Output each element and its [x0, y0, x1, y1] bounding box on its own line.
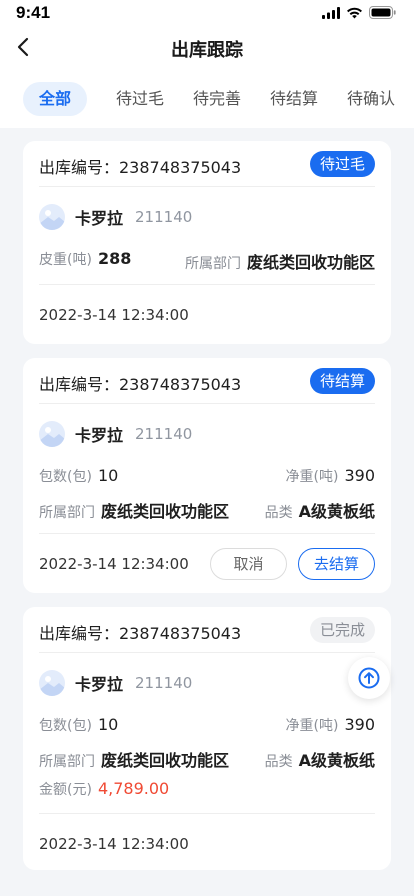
order-card[interactable]: 出库编号：238748375043 待过毛 卡罗拉 211140 皮重(吨) 2…	[23, 141, 391, 344]
package-count-value: 10	[97, 466, 119, 485]
user-name: 卡罗拉	[75, 209, 124, 228]
dept-label: 所属部门	[39, 754, 95, 770]
scroll-top-button[interactable]	[348, 657, 390, 699]
package-count-value: 10	[97, 715, 119, 734]
amount-field: 金额(元) 4,789.00	[39, 779, 169, 799]
avatar	[39, 204, 65, 230]
user-row: 卡罗拉 211140	[39, 203, 192, 231]
package-count-label: 包数(包)	[39, 469, 92, 485]
category-label: 品类	[264, 754, 293, 770]
user-id: 211140	[135, 425, 193, 443]
net-weight-label: 净重(吨)	[285, 469, 339, 485]
user-id: 211140	[135, 674, 193, 692]
status-badge: 已完成	[309, 617, 375, 643]
cancel-button[interactable]: 取消	[210, 548, 287, 580]
category-field: 品类 A级黄板纸	[265, 747, 375, 771]
dept-value: 废纸类回收功能区	[246, 253, 375, 272]
category-value: A级黄板纸	[298, 751, 375, 770]
card-header: 出库编号：238748375043 待过毛	[39, 141, 375, 187]
order-number: 出库编号：238748375043	[39, 158, 242, 177]
order-date: 2022-3-14 12:34:00	[39, 306, 189, 324]
order-number: 出库编号：238748375043	[39, 624, 242, 643]
status-badge: 待结算	[309, 368, 375, 394]
package-count-field: 包数(包) 10	[39, 466, 118, 486]
avatar-landscape-icon	[39, 427, 65, 447]
tab-pending-gross[interactable]: 待过毛	[116, 82, 164, 116]
tare-field: 皮重(吨) 288	[39, 249, 131, 269]
battery-icon	[369, 6, 396, 19]
net-weight-label: 净重(吨)	[285, 718, 339, 734]
status-time: 9:41	[16, 3, 51, 22]
divider	[39, 533, 375, 534]
order-date: 2022-3-14 12:34:00	[39, 835, 189, 853]
net-weight-field: 净重(吨) 390	[286, 715, 375, 735]
user-id: 211140	[135, 208, 193, 226]
user-row: 卡罗拉 211140	[39, 420, 192, 448]
category-label: 品类	[264, 505, 293, 521]
header-area: 9:41 出库跟踪 全部 待过毛 待完善 待结算 待确认	[0, 0, 414, 128]
net-weight-field: 净重(吨) 390	[286, 466, 375, 486]
dept-value: 废纸类回收功能区	[101, 502, 230, 521]
tare-label: 皮重(吨)	[39, 252, 92, 268]
nav-bar: 出库跟踪	[0, 28, 414, 68]
status-bar: 9:41	[0, 0, 414, 28]
user-name: 卡罗拉	[75, 426, 124, 445]
status-icons	[322, 6, 396, 19]
order-date: 2022-3-14 12:34:00	[39, 555, 189, 573]
dept-field: 所属部门 废纸类回收功能区	[39, 498, 229, 522]
dept-label: 所属部门	[39, 505, 95, 521]
package-count-label: 包数(包)	[39, 718, 92, 734]
scroll-top-arrow-icon	[358, 667, 380, 689]
wifi-icon	[347, 7, 362, 18]
avatar-landscape-icon	[39, 676, 65, 696]
user-row: 卡罗拉 211140	[39, 669, 192, 697]
tab-all[interactable]: 全部	[23, 82, 88, 116]
package-count-field: 包数(包) 10	[39, 715, 118, 735]
order-card[interactable]: 出库编号：238748375043 待结算 卡罗拉 211140 包数(包) 1…	[23, 358, 391, 593]
dept-label: 所属部门	[184, 256, 241, 272]
avatar-landscape-icon	[39, 210, 65, 230]
tab-pending-settle[interactable]: 待结算	[270, 82, 318, 116]
card-header: 出库编号：238748375043 已完成	[39, 607, 375, 653]
dept-field: 所属部门 废纸类回收功能区	[185, 249, 375, 273]
status-tabs: 全部 待过毛 待完善 待结算 待确认	[0, 80, 414, 120]
status-badge: 待过毛	[309, 151, 375, 177]
avatar	[39, 670, 65, 696]
order-number: 出库编号：238748375043	[39, 375, 242, 394]
card-header: 出库编号：238748375043 待结算	[39, 358, 375, 404]
divider	[39, 284, 375, 285]
divider	[39, 813, 375, 814]
net-weight-value: 390	[344, 466, 375, 485]
user-name: 卡罗拉	[75, 675, 124, 694]
net-weight-value: 390	[344, 715, 375, 734]
category-field: 品类 A级黄板纸	[265, 498, 375, 522]
amount-label: 金额(元)	[39, 782, 92, 798]
order-card[interactable]: 出库编号：238748375043 已完成 卡罗拉 211140 包数(包) 1…	[23, 607, 391, 870]
amount-value: 4,789.00	[97, 779, 170, 798]
tab-pending-complete[interactable]: 待完善	[193, 82, 241, 116]
dept-value: 废纸类回收功能区	[101, 751, 230, 770]
avatar	[39, 421, 65, 447]
settle-button[interactable]: 去结算	[298, 548, 375, 580]
category-value: A级黄板纸	[298, 502, 375, 521]
tab-pending-confirm[interactable]: 待确认	[347, 82, 395, 116]
dept-field: 所属部门 废纸类回收功能区	[39, 747, 229, 771]
tare-value: 288	[97, 249, 132, 268]
signal-icon	[322, 6, 340, 19]
page-title: 出库跟踪	[171, 40, 243, 61]
